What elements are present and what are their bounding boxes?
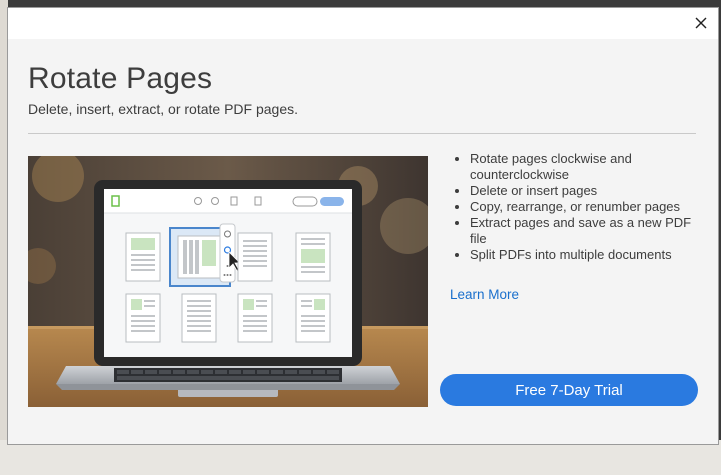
upsell-dialog: Rotate Pages Delete, insert, extract, or… [7, 7, 719, 445]
close-button[interactable] [692, 14, 710, 32]
background-app-strip [0, 440, 721, 475]
hero-image [28, 156, 428, 407]
feature-list: Rotate pages clockwise and counterclockw… [448, 151, 708, 263]
list-item: Extract pages and save as a new PDF file [470, 215, 708, 247]
list-item: Copy, rearrange, or renumber pages [470, 199, 708, 215]
learn-more-link[interactable]: Learn More [450, 287, 519, 302]
list-item: Rotate pages clockwise and counterclockw… [470, 151, 708, 183]
dialog-titlebar [8, 8, 718, 39]
list-item: Delete or insert pages [470, 183, 708, 199]
close-icon [695, 17, 707, 29]
page-subtitle: Delete, insert, extract, or rotate PDF p… [28, 101, 299, 117]
laptop-illustration [28, 156, 428, 407]
page-title: Rotate Pages [28, 62, 213, 95]
free-trial-button[interactable]: Free 7-Day Trial [440, 374, 698, 406]
header-divider [28, 133, 696, 134]
list-item: Split PDFs into multiple documents [470, 247, 708, 263]
